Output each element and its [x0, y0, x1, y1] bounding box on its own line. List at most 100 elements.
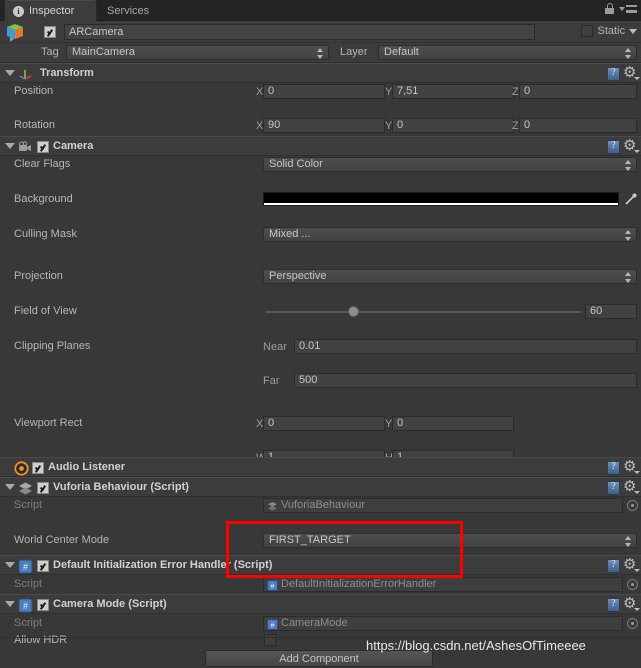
component-header-camera[interactable]: Camera: [0, 136, 641, 156]
near-clip-field[interactable]: 0.01: [294, 339, 637, 354]
eyedropper-icon[interactable]: [624, 193, 637, 206]
foldout-triangle-icon[interactable]: [5, 601, 15, 607]
viewport-x-field[interactable]: 0: [263, 416, 385, 431]
help-icon[interactable]: [607, 140, 620, 154]
gameobject-header: ARCamera Static: [0, 21, 641, 43]
component-title-error-handler: Default Initialization Error Handler (Sc…: [53, 559, 273, 571]
csharp-script-mini-icon: #: [267, 619, 278, 630]
error-handler-script-field[interactable]: # DefaultInitializationErrorHandler: [263, 577, 623, 592]
error-handler-script-row: Script # DefaultInitializationErrorHandl…: [0, 576, 641, 593]
component-header-audio-listener[interactable]: Audio Listener: [0, 457, 641, 477]
vuforia-script-row: Script VuforiaBehaviour: [0, 497, 641, 514]
rotation-z-field[interactable]: 0: [519, 118, 637, 133]
help-icon[interactable]: [607, 481, 620, 495]
gameobject-name-field[interactable]: ARCamera: [64, 24, 535, 40]
projection-label: Projection: [14, 270, 63, 282]
background-color-swatch[interactable]: [263, 192, 619, 206]
component-header-transform[interactable]: Transform: [0, 63, 641, 83]
clear-flags-dropdown[interactable]: Solid Color: [263, 157, 637, 172]
gear-icon[interactable]: [623, 594, 640, 612]
component-header-controls-audio-listener: [607, 457, 640, 475]
static-checkbox[interactable]: [581, 25, 594, 37]
viewport-y-field[interactable]: 0: [392, 416, 514, 431]
component-header-controls-camera-mode: [607, 594, 640, 612]
vuforia-script-field[interactable]: VuforiaBehaviour: [263, 498, 623, 513]
help-icon[interactable]: [607, 67, 620, 81]
component-header-controls-error-handler: [607, 555, 640, 573]
field-of-view-label: Field of View: [14, 305, 77, 317]
chevron-down-icon[interactable]: [629, 28, 637, 34]
vuforia-enabled-checkbox[interactable]: [37, 482, 49, 494]
object-picker-icon[interactable]: [627, 500, 638, 511]
foldout-triangle-icon[interactable]: [5, 143, 15, 149]
help-icon[interactable]: [607, 598, 620, 612]
field-of-view-value[interactable]: 60: [585, 304, 637, 319]
updown-arrows-icon: [625, 48, 632, 59]
audio-listener-enabled-checkbox[interactable]: [32, 462, 44, 474]
camera-mode-enabled-checkbox[interactable]: [37, 599, 49, 611]
foldout-triangle-icon[interactable]: [5, 562, 15, 568]
position-z-field[interactable]: 0: [519, 84, 637, 99]
clear-flags-value: Solid Color: [269, 158, 323, 170]
camera-mode-script-field[interactable]: # CameraMode: [263, 616, 623, 631]
position-y-field[interactable]: 7,51: [392, 84, 514, 99]
component-header-vuforia[interactable]: Vuforia Behaviour (Script): [0, 477, 641, 497]
hamburger-menu-icon[interactable]: [619, 4, 637, 13]
csharp-script-icon: #: [18, 598, 33, 613]
projection-dropdown[interactable]: Perspective: [263, 269, 637, 284]
component-body-vuforia: Script VuforiaBehaviour World Center Mod…: [0, 497, 641, 585]
object-picker-icon[interactable]: [627, 579, 638, 590]
gameobject-active-checkbox[interactable]: [44, 26, 56, 38]
projection-row: Projection Perspective: [0, 268, 641, 285]
background-label: Background: [14, 193, 73, 205]
component-body-camera-mode: Script # CameraMode: [0, 614, 641, 633]
transform-axis-icon: [19, 70, 32, 80]
vuforia-script-label: Script: [14, 499, 43, 511]
lock-icon[interactable]: [605, 3, 614, 14]
allow-hdr-checkbox[interactable]: [264, 634, 276, 646]
rotation-x-field[interactable]: 90: [263, 118, 385, 133]
position-x-field[interactable]: 0: [263, 84, 385, 99]
gear-icon[interactable]: [623, 63, 640, 81]
svg-text:#: #: [23, 562, 28, 572]
component-header-controls-transform: [607, 63, 640, 81]
updown-arrows-icon: [317, 48, 324, 59]
layer-dropdown[interactable]: Default: [378, 45, 637, 60]
error-handler-script-value: DefaultInitializationErrorHandler: [281, 578, 437, 590]
foldout-triangle-icon[interactable]: [5, 70, 15, 76]
error-handler-enabled-checkbox[interactable]: [37, 560, 49, 572]
slider-handle[interactable]: [348, 306, 360, 317]
field-of-view-slider[interactable]: [265, 306, 581, 317]
world-center-mode-label: World Center Mode: [14, 534, 110, 546]
clipping-planes-far-row: Far 500: [0, 372, 641, 389]
camera-enabled-checkbox[interactable]: [37, 141, 49, 153]
camera-mode-script-value: CameraMode: [281, 617, 348, 629]
updown-arrows-icon: [625, 160, 632, 171]
rotation-y-field[interactable]: 0: [392, 118, 514, 133]
error-handler-script-label: Script: [14, 578, 43, 590]
tab-bar-controls: [605, 3, 637, 14]
world-center-mode-dropdown[interactable]: FIRST_TARGET: [263, 533, 637, 548]
help-icon[interactable]: [607, 559, 620, 573]
tab-services-label: Services: [107, 4, 150, 17]
gear-icon[interactable]: [623, 477, 640, 495]
tag-dropdown[interactable]: MainCamera: [66, 45, 329, 60]
gear-icon[interactable]: [623, 457, 640, 475]
component-header-error-handler[interactable]: # Default Initialization Error Handler (…: [0, 555, 641, 575]
tab-inspector[interactable]: i Inspector: [4, 0, 97, 21]
component-title-transform: Transform: [40, 67, 94, 79]
culling-mask-dropdown[interactable]: Mixed ...: [263, 227, 637, 242]
watermark-text: https://blog.csdn.net/AshesOfTimeeee: [366, 638, 586, 653]
help-icon[interactable]: [607, 461, 620, 475]
component-header-camera-mode[interactable]: # Camera Mode (Script): [0, 594, 641, 614]
gear-icon[interactable]: [623, 136, 640, 154]
object-picker-icon[interactable]: [627, 618, 638, 629]
camera-icon: [19, 141, 31, 151]
updown-arrows-icon: [625, 536, 632, 547]
far-clip-field[interactable]: 500: [294, 373, 637, 388]
unity-inspector-window: i Inspector Services ARCamera Static Tag: [0, 0, 641, 668]
foldout-triangle-icon[interactable]: [5, 484, 15, 490]
info-icon: i: [13, 5, 24, 17]
gear-icon[interactable]: [623, 555, 640, 573]
tab-services[interactable]: Services: [99, 0, 175, 21]
